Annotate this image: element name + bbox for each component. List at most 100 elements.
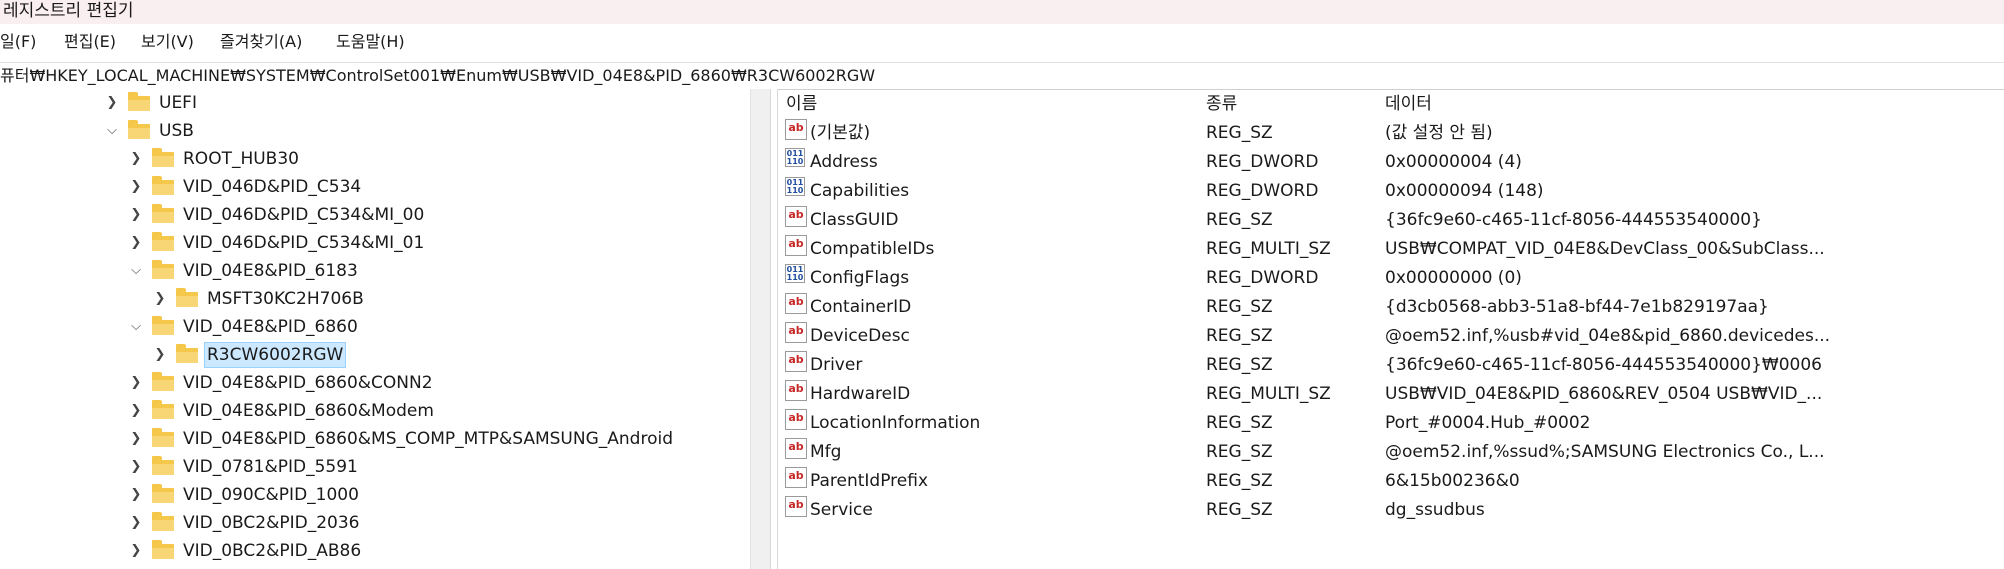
chevron-right-icon[interactable]: ❯ bbox=[104, 89, 120, 117]
tree-item-label: VID_0BC2&PID_AB86 bbox=[183, 541, 362, 561]
tree-item-msft30kc2h706b[interactable]: ❯ MSFT30KC2H706B bbox=[152, 285, 367, 313]
chevron-right-icon[interactable]: ❯ bbox=[128, 145, 144, 173]
value-type: REG_SZ bbox=[1206, 123, 1273, 143]
value-type: REG_MULTI_SZ bbox=[1206, 239, 1331, 259]
tree-item-vid-090c-pid-1000[interactable]: ❯ VID_090C&PID_1000 bbox=[128, 481, 362, 509]
menu-favorites[interactable]: 즐겨찾기(A) bbox=[220, 27, 302, 57]
tree-item-usb[interactable]: ⌵ USB bbox=[104, 117, 197, 145]
tree-item-label: VID_04E8&PID_6183 bbox=[183, 261, 358, 281]
string-value-icon: ab bbox=[785, 206, 807, 227]
value-type: REG_MULTI_SZ bbox=[1206, 384, 1331, 404]
tree-item-vid-046d-pid-c534-mi-01[interactable]: ❯ VID_046D&PID_C534&MI_01 bbox=[128, 229, 427, 257]
value-row[interactable]: 011 110 Address REG_DWORD 0x00000004 (4) bbox=[778, 148, 2004, 177]
tree-item-label: VID_04E8&PID_6860&MS_COMP_MTP&SAMSUNG_An… bbox=[183, 429, 673, 449]
menu-help[interactable]: 도움말(H) bbox=[336, 27, 405, 57]
value-row[interactable]: ab DeviceDesc REG_SZ @oem52.inf,%usb#vid… bbox=[778, 322, 2004, 351]
chevron-down-icon[interactable]: ⌵ bbox=[128, 257, 144, 285]
value-row[interactable]: 011 110 ConfigFlags REG_DWORD 0x00000000 … bbox=[778, 264, 2004, 293]
chevron-right-icon[interactable]: ❯ bbox=[128, 397, 144, 425]
column-header-type[interactable]: 종류 bbox=[1206, 89, 1237, 119]
value-data: USB₩VID_04E8&PID_6860&REV_0504 USB₩VID_.… bbox=[1385, 384, 1823, 404]
address-path[interactable]: 퓨터₩HKEY_LOCAL_MACHINE₩SYSTEM₩ControlSet0… bbox=[0, 63, 875, 89]
tree-item-uefi[interactable]: ❯ UEFI bbox=[104, 89, 200, 117]
chevron-right-icon[interactable]: ❯ bbox=[152, 341, 168, 369]
folder-icon bbox=[152, 399, 174, 419]
chevron-right-icon[interactable]: ❯ bbox=[128, 369, 144, 397]
chevron-right-icon[interactable]: ❯ bbox=[128, 481, 144, 509]
folder-icon bbox=[128, 91, 150, 111]
values-list[interactable]: 이름 종류 데이터 ab (기본값) REG_SZ (값 설정 안 됨) 011… bbox=[778, 89, 2004, 569]
value-type: REG_SZ bbox=[1206, 442, 1273, 462]
value-name: LocationInformation bbox=[810, 413, 981, 433]
value-row[interactable]: 011 110 Capabilities REG_DWORD 0x00000094… bbox=[778, 177, 2004, 206]
tree-item-vid-046d-pid-c534[interactable]: ❯ VID_046D&PID_C534 bbox=[128, 173, 364, 201]
string-value-icon: ab bbox=[785, 322, 807, 343]
value-row[interactable]: ab Mfg REG_SZ @oem52.inf,%ssud%;SAMSUNG … bbox=[778, 438, 2004, 467]
tree-item-label: VID_0BC2&PID_2036 bbox=[183, 513, 360, 533]
column-header-name[interactable]: 이름 bbox=[786, 89, 817, 119]
value-type: REG_SZ bbox=[1206, 297, 1273, 317]
folder-icon bbox=[152, 147, 174, 167]
value-type: REG_SZ bbox=[1206, 500, 1273, 520]
value-type: REG_SZ bbox=[1206, 326, 1273, 346]
chevron-right-icon[interactable]: ❯ bbox=[128, 537, 144, 565]
address-bar[interactable]: 퓨터₩HKEY_LOCAL_MACHINE₩SYSTEM₩ControlSet0… bbox=[0, 62, 2004, 90]
tree-item-root-hub30[interactable]: ❯ ROOT_HUB30 bbox=[128, 145, 302, 173]
menu-edit[interactable]: 편집(E) bbox=[64, 27, 116, 57]
value-data: 0x00000000 (0) bbox=[1385, 268, 1522, 288]
menu-view[interactable]: 보기(V) bbox=[141, 27, 194, 57]
binary-value-icon: 011 110 bbox=[785, 264, 805, 283]
chevron-right-icon[interactable]: ❯ bbox=[128, 425, 144, 453]
tree-item-vid-0bc2-pid-ab86[interactable]: ❯ VID_0BC2&PID_AB86 bbox=[128, 537, 364, 565]
value-row[interactable]: ab ClassGUID REG_SZ {36fc9e60-c465-11cf-… bbox=[778, 206, 2004, 235]
value-row[interactable]: ab Service REG_SZ dg_ssudbus bbox=[778, 496, 2004, 525]
chevron-right-icon[interactable]: ❯ bbox=[152, 285, 168, 313]
value-type: REG_SZ bbox=[1206, 355, 1273, 375]
value-row[interactable]: ab ParentIdPrefix REG_SZ 6&15b00236&0 bbox=[778, 467, 2004, 496]
tree-item-vid-04e8-pid-6860-mtp-android[interactable]: ❯ VID_04E8&PID_6860&MS_COMP_MTP&SAMSUNG_A… bbox=[128, 425, 676, 453]
string-value-icon: ab bbox=[785, 496, 807, 517]
chevron-right-icon[interactable]: ❯ bbox=[128, 229, 144, 257]
folder-icon bbox=[176, 343, 198, 363]
tree-scrollbar[interactable] bbox=[750, 89, 770, 569]
chevron-right-icon[interactable]: ❯ bbox=[128, 201, 144, 229]
tree-item-vid-04e8-pid-6183[interactable]: ⌵ VID_04E8&PID_6183 bbox=[128, 257, 361, 285]
tree-item-label: ROOT_HUB30 bbox=[183, 149, 299, 169]
chevron-right-icon[interactable]: ❯ bbox=[128, 509, 144, 537]
value-data: @oem52.inf,%usb#vid_04e8&pid_6860.device… bbox=[1385, 326, 1831, 346]
chevron-right-icon[interactable]: ❯ bbox=[128, 173, 144, 201]
tree-item-vid-0bc2-pid-2036[interactable]: ❯ VID_0BC2&PID_2036 bbox=[128, 509, 362, 537]
key-tree[interactable]: ❯ UEFI ⌵ USB ❯ ROOT_HUB30 ❯ VID_046D&PID_C53… bbox=[0, 89, 750, 569]
folder-icon bbox=[152, 539, 174, 559]
tree-item-vid-04e8-pid-6860-modem[interactable]: ❯ VID_04E8&PID_6860&Modem bbox=[128, 397, 437, 425]
value-name: HardwareID bbox=[810, 384, 911, 404]
value-data: (값 설정 안 됨) bbox=[1385, 123, 1493, 143]
string-value-icon: ab bbox=[785, 293, 807, 314]
menu-file[interactable]: 일(F) bbox=[0, 27, 36, 57]
folder-icon bbox=[152, 371, 174, 391]
value-row[interactable]: ab Driver REG_SZ {36fc9e60-c465-11cf-805… bbox=[778, 351, 2004, 380]
tree-item-r3cw6002rgw[interactable]: ❯ R3CW6002RGW bbox=[152, 341, 347, 369]
tree-item-label: VID_04E8&PID_6860&Modem bbox=[183, 401, 434, 421]
tree-item-vid-046d-pid-c534-mi-00[interactable]: ❯ VID_046D&PID_C534&MI_00 bbox=[128, 201, 427, 229]
value-row[interactable]: ab (기본값) REG_SZ (값 설정 안 됨) bbox=[778, 119, 2004, 148]
pane-splitter[interactable] bbox=[770, 89, 778, 569]
value-data: Port_#0004.Hub_#0002 bbox=[1385, 413, 1591, 433]
tree-item-vid-04e8-pid-6860[interactable]: ⌵ VID_04E8&PID_6860 bbox=[128, 313, 361, 341]
chevron-down-icon[interactable]: ⌵ bbox=[104, 117, 120, 145]
chevron-down-icon[interactable]: ⌵ bbox=[128, 313, 144, 341]
value-type: REG_SZ bbox=[1206, 413, 1273, 433]
value-row[interactable]: ab ContainerID REG_SZ {d3cb0568-abb3-51a… bbox=[778, 293, 2004, 322]
value-name: Driver bbox=[810, 355, 863, 375]
value-row[interactable]: ab CompatibleIDs REG_MULTI_SZ USB₩COMPAT… bbox=[778, 235, 2004, 264]
tree-item-label: VID_046D&PID_C534&MI_00 bbox=[183, 205, 425, 225]
tree-item-vid-04e8-pid-6860-conn2[interactable]: ❯ VID_04E8&PID_6860&CONN2 bbox=[128, 369, 436, 397]
folder-icon bbox=[152, 427, 174, 447]
chevron-right-icon[interactable]: ❯ bbox=[128, 453, 144, 481]
column-header-data[interactable]: 데이터 bbox=[1385, 89, 1432, 119]
tree-item-label: VID_046D&PID_C534 bbox=[183, 177, 362, 197]
value-row[interactable]: ab HardwareID REG_MULTI_SZ USB₩VID_04E8&… bbox=[778, 380, 2004, 409]
value-row[interactable]: ab LocationInformation REG_SZ Port_#0004… bbox=[778, 409, 2004, 438]
string-value-icon: ab bbox=[785, 467, 807, 488]
tree-item-vid-0781-pid-5591[interactable]: ❯ VID_0781&PID_5591 bbox=[128, 453, 361, 481]
